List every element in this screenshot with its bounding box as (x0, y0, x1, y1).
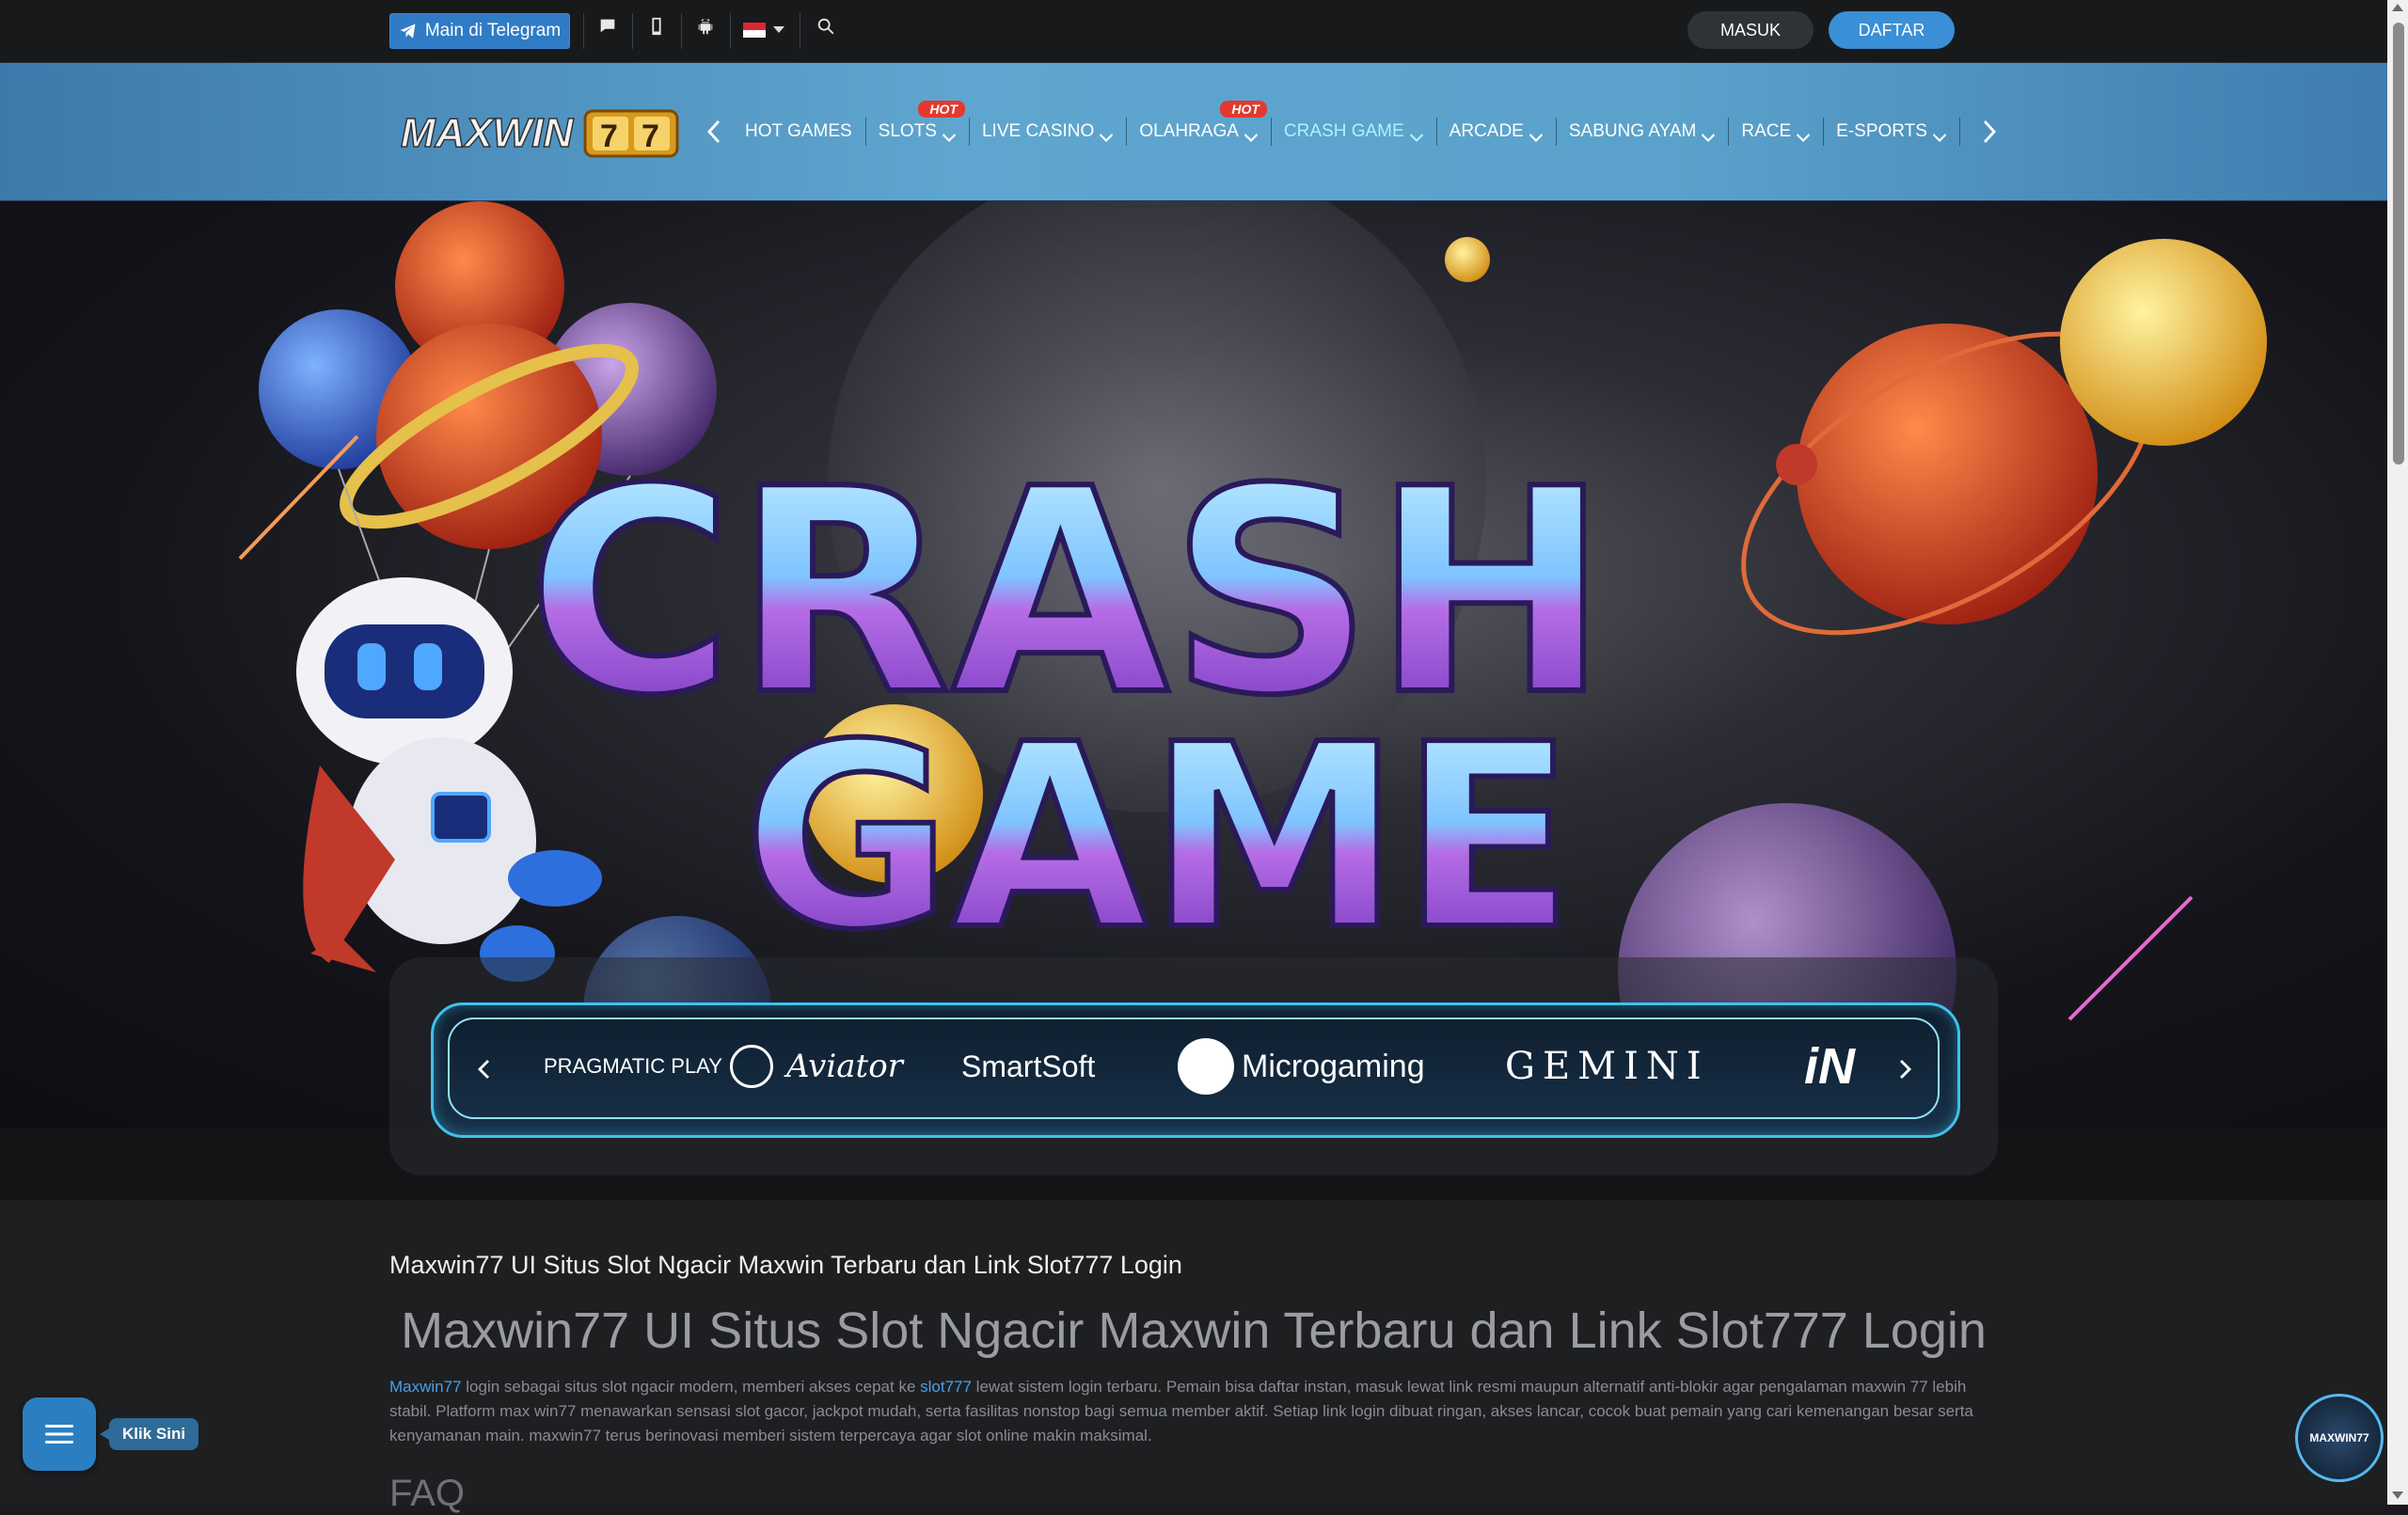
provider-logo-smartsoft[interactable]: SmartSoft (961, 1031, 1095, 1102)
slot777-link[interactable]: slot777 (920, 1378, 972, 1396)
hamburger-icon (45, 1425, 73, 1444)
scroll-down-arrow-icon[interactable] (2392, 1491, 2403, 1499)
nav-item-label: RACE (1741, 121, 1792, 141)
chevron-down-icon (942, 127, 956, 142)
scrollbar-thumb[interactable] (2393, 23, 2404, 465)
nav-item-label: CRASH GAME (1283, 121, 1404, 141)
floating-menu-button[interactable] (23, 1397, 96, 1471)
klik-sini-tooltip[interactable]: Klik Sini (99, 1418, 199, 1450)
telegram-button-label: Main di Telegram (424, 21, 562, 40)
intro-paragraph: Maxwin77 login sebagai situs slot ngacir… (389, 1378, 1973, 1444)
chevron-down-icon[interactable] (773, 26, 784, 33)
site-logo[interactable]: MAXWIN 7 7 (399, 105, 679, 160)
telegram-icon (400, 24, 416, 39)
floating-logo-button[interactable]: MAXWIN77 (2295, 1394, 2384, 1482)
language-flag-icon[interactable] (743, 23, 766, 38)
divider (681, 13, 682, 49)
divider (632, 13, 633, 49)
hot-badge: HOT (918, 101, 965, 118)
nav-prev-arrow-icon[interactable] (704, 118, 722, 146)
telegram-button[interactable]: Main di Telegram (389, 13, 570, 49)
chevron-down-icon (1702, 127, 1716, 142)
provider-logo-aviator[interactable]: Aviator (786, 1031, 903, 1102)
nav-item-live-casino[interactable]: LIVE CASINO (968, 63, 1126, 200)
nav-item-to[interactable]: TO (1958, 63, 1964, 200)
svg-text:MAXWIN: MAXWIN (401, 110, 575, 156)
chevron-down-icon (1244, 127, 1258, 142)
chevron-down-icon (1797, 127, 1811, 142)
svg-text:7: 7 (642, 118, 659, 154)
login-button[interactable]: MASUK (1687, 11, 1814, 49)
nav-item-label: SABUNG AYAM (1568, 121, 1697, 141)
chevron-down-icon (1529, 127, 1543, 142)
register-button[interactable]: DAFTAR (1829, 11, 1955, 49)
page-heading-small: Maxwin77 UI Situs Slot Ngacir Maxwin Ter… (389, 1251, 1182, 1279)
nav-item-sabung-ayam[interactable]: SABUNG AYAM (1555, 63, 1729, 200)
nav-menu: HOT GAMES SLOTS HOT LIVE CASINO OLAHRAGA HOT C… (732, 63, 1964, 200)
nav-item-race[interactable]: RACE (1728, 63, 1823, 200)
microgaming-icon (1178, 1038, 1234, 1095)
nav-item-arcade[interactable]: ARCADE (1435, 63, 1556, 200)
provider-logo-microgaming[interactable]: Microgaming (1178, 1031, 1425, 1102)
nav-item-slots[interactable]: SLOTS HOT (864, 63, 969, 200)
divider (583, 13, 584, 49)
nav-next-arrow-icon[interactable] (1981, 118, 2000, 146)
hot-badge: HOT (1220, 101, 1267, 118)
chevron-down-icon (1409, 127, 1423, 142)
nav-item-label: LIVE CASINO (981, 121, 1095, 141)
mobile-icon[interactable] (643, 13, 670, 39)
top-utility-bar: Main di Telegram MASUK DAFTAR (0, 0, 2387, 63)
pragmatic-play-icon (729, 1045, 773, 1088)
page-heading-big: Maxwin77 UI Situs Slot Ngacir Maxwin Ter… (401, 1302, 1987, 1359)
nav-item-label: ARCADE (1449, 121, 1524, 141)
nav-item-crash-game[interactable]: CRASH GAME (1270, 63, 1436, 200)
nav-item-olahraga[interactable]: OLAHRAGA HOT (1126, 63, 1271, 200)
nav-item-label: SLOTS (878, 121, 937, 141)
nav-item-label: HOT GAMES (745, 121, 852, 141)
provider-logo-pragmatic[interactable]: PRAGMATIC PLAY (544, 1031, 773, 1102)
divider (730, 13, 731, 49)
android-icon[interactable] (692, 13, 719, 39)
scroll-up-arrow-icon[interactable] (2392, 4, 2403, 11)
svg-text:7: 7 (600, 118, 618, 154)
chat-icon[interactable] (594, 13, 621, 39)
chevron-down-icon (1100, 127, 1114, 142)
nav-item-e-sports[interactable]: E-SPORTS (1823, 63, 1959, 200)
banner-title-line2: GAME (743, 689, 1575, 986)
maxwin77-link[interactable]: Maxwin77 (389, 1378, 462, 1396)
nav-item-label: OLAHRAGA (1139, 121, 1239, 141)
nav-item-label: E-SPORTS (1836, 121, 1927, 141)
provider-prev-arrow-icon[interactable] (474, 1057, 493, 1081)
provider-logo-in[interactable]: iN (1804, 1031, 1876, 1102)
provider-logo-gemini[interactable]: GEMINI (1505, 1031, 1709, 1102)
provider-next-arrow-icon[interactable] (1896, 1057, 1915, 1081)
chevron-down-icon (1932, 127, 1946, 142)
main-navbar: MAXWIN 7 7 HOT GAMES SLOTS HOT LIVE CASINO O… (0, 63, 2387, 202)
search-icon[interactable] (813, 13, 839, 39)
nav-item-hot-games[interactable]: HOT GAMES (732, 63, 865, 200)
faq-heading: FAQ (389, 1473, 466, 1514)
